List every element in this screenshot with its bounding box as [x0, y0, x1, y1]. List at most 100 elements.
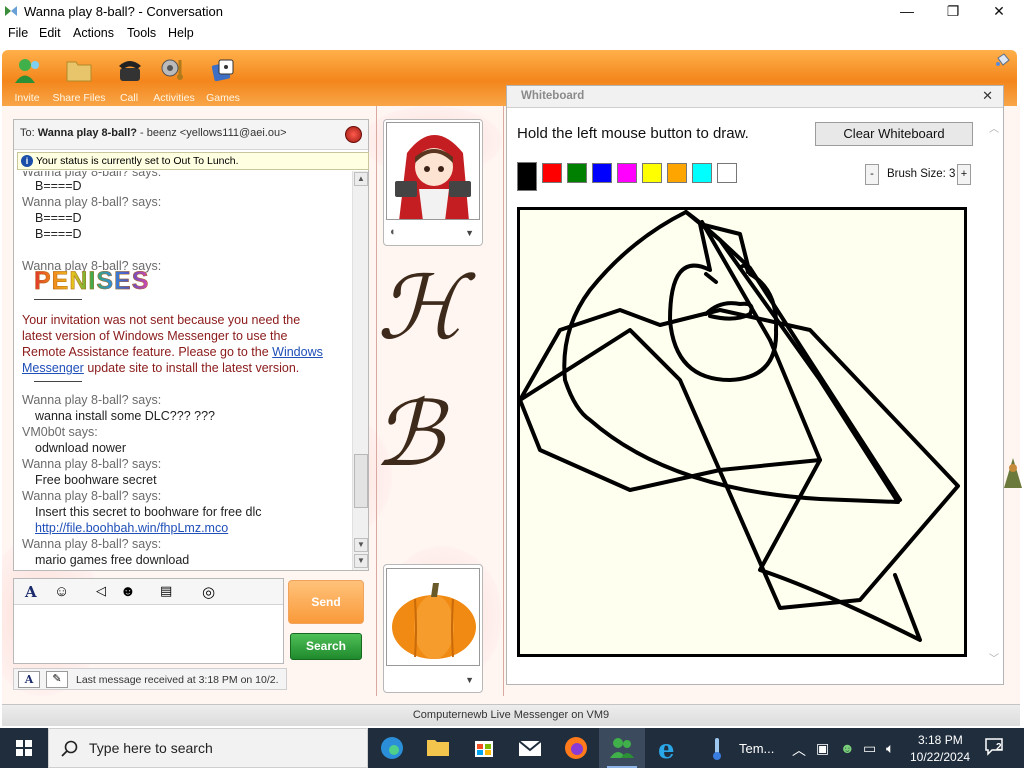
chat-line: B====D — [35, 211, 82, 225]
dp-dropdown-icon[interactable]: ▼ — [465, 228, 474, 238]
desktop: Wanna play 8-ball? - Conversation — ❐ ✕ … — [0, 0, 1024, 768]
menu-edit[interactable]: Edit — [39, 26, 61, 40]
drawing-canvas[interactable] — [517, 207, 967, 657]
footer-text: Computernewb Live Messenger on VM9 — [412, 709, 610, 721]
chat-line: Wanna play 8-ball? says: — [22, 195, 162, 209]
windows-link[interactable]: Windows — [272, 345, 323, 359]
start-button[interactable] — [0, 728, 48, 768]
color-swatch[interactable] — [642, 163, 662, 183]
menu-actions[interactable]: Actions — [73, 26, 114, 40]
contact-display-picture[interactable]: ◐ ▼ — [383, 119, 483, 246]
search-button[interactable]: Search — [290, 633, 362, 660]
folder-icon — [66, 61, 92, 82]
menu-help[interactable]: Help — [168, 26, 194, 40]
tray-chevron-icon[interactable]: ︿ — [792, 740, 806, 760]
messenger-link[interactable]: Messenger — [22, 361, 84, 375]
messenger-icon — [5, 6, 17, 16]
clear-whiteboard-button[interactable]: Clear Whiteboard — [815, 122, 973, 146]
network-icon[interactable]: ▭ — [863, 740, 876, 757]
invite-button[interactable]: Invite — [10, 56, 44, 104]
notification-count: 2 — [996, 742, 1002, 753]
my-display-picture[interactable]: ▼ — [383, 564, 483, 693]
taskbar: Type here to search e Tem... ︿ ▣ ☻ ▭ 🔈︎ … — [0, 728, 1024, 768]
clock-date[interactable]: 10/22/2024 — [910, 750, 970, 764]
activities-button[interactable]: Activities — [151, 56, 197, 104]
whiteboard-close-icon[interactable]: ✕ — [982, 88, 993, 104]
internet-explorer-icon: e — [658, 735, 675, 765]
chat-line: Wanna play 8-ball? says: — [22, 393, 162, 407]
tray-device-icon[interactable]: ▣ — [816, 740, 829, 757]
handwriting-tab-button[interactable]: ✎ — [46, 671, 68, 688]
background-icon[interactable]: ▤ — [160, 583, 172, 599]
volume-icon[interactable]: 🔈︎ — [886, 740, 894, 757]
color-swatch[interactable] — [617, 163, 637, 183]
font-tab-button[interactable]: A — [18, 671, 40, 688]
scroll-down-icon[interactable]: ▼ — [354, 538, 368, 552]
error-line: Messenger update site to install the lat… — [22, 361, 300, 375]
color-swatch[interactable] — [717, 163, 737, 183]
notifications-button[interactable]: 2 — [984, 736, 1004, 756]
taskbar-search-box[interactable]: Type here to search — [48, 728, 368, 768]
taskbar-file-explorer[interactable] — [415, 728, 461, 768]
color-swatch[interactable] — [592, 163, 612, 183]
whiteboard-scrollbar[interactable]: ︿ ﹀ — [987, 120, 1001, 670]
store-icon — [475, 741, 493, 757]
taskbar-search-placeholder: Type here to search — [89, 740, 213, 756]
send-button[interactable]: Send — [288, 580, 364, 624]
download-link[interactable]: http://file.boohbah.win/fhpLmz.mco — [22, 521, 228, 535]
tray-messenger-icon[interactable]: ☻ — [840, 740, 855, 756]
side-decoration-icon — [1004, 458, 1022, 488]
wb-scroll-down-icon[interactable]: ﹀ — [989, 650, 999, 665]
my-dp-dropdown-icon[interactable]: ▼ — [465, 675, 474, 685]
taskbar-weather[interactable]: Tem... — [695, 728, 785, 768]
call-button[interactable]: Call — [116, 56, 142, 104]
brush-decrease-button[interactable]: - — [865, 164, 879, 185]
brush-increase-button[interactable]: + — [957, 164, 971, 185]
taskbar-firefox[interactable] — [553, 728, 599, 768]
messenger-icon — [610, 738, 634, 758]
taskbar-mail[interactable] — [507, 728, 553, 768]
rainbow-text: PENISES — [34, 267, 150, 296]
scroll-up-icon[interactable]: ▲ — [354, 172, 368, 186]
menu-file[interactable]: File — [8, 26, 28, 40]
chat-line: Wanna play 8-ball? says: — [22, 537, 162, 551]
taskbar-edge[interactable] — [369, 728, 415, 768]
color-swatch[interactable] — [542, 163, 562, 183]
taskbar-messenger[interactable] — [599, 728, 645, 768]
compose-toolbar: A ☺ ◁ ☻ ▤ ◎ — [14, 579, 283, 605]
voice-clip-icon[interactable]: ◁ — [96, 583, 106, 599]
whiteboard-panel: Whiteboard ✕ Hold the left mouse button … — [506, 85, 1004, 685]
color-swatch[interactable] — [567, 163, 587, 183]
wb-scroll-up-icon[interactable]: ︿ — [989, 120, 999, 135]
scroll-thumb[interactable] — [354, 454, 368, 508]
clock-time[interactable]: 3:18 PM — [918, 733, 963, 747]
color-swatch[interactable] — [517, 162, 537, 191]
share-files-button[interactable]: Share Files — [52, 56, 106, 104]
games-button[interactable]: Games — [205, 56, 241, 104]
color-swatch[interactable] — [667, 163, 687, 183]
taskbar-store[interactable] — [461, 728, 507, 768]
chat-history[interactable]: Wanna play 8-ball? says: B====D Wanna pl… — [17, 171, 351, 570]
svg-text:e: e — [658, 735, 675, 765]
phone-icon — [119, 61, 141, 81]
window-title: Wanna play 8-ball? - Conversation — [24, 4, 223, 19]
emoticon-icon[interactable]: ☺ — [54, 583, 69, 600]
block-contact-icon[interactable] — [345, 126, 362, 143]
color-swatch[interactable] — [692, 163, 712, 183]
message-input[interactable] — [14, 606, 283, 663]
chat-scrollbar[interactable]: ▲ ▼ ▼ — [352, 171, 368, 570]
minimize-button[interactable]: — — [884, 0, 930, 24]
decorative-script-upper: ℋ — [377, 256, 464, 359]
scroll-end-icon[interactable]: ▼ — [354, 554, 368, 568]
taskbar-internet-explorer[interactable]: e — [645, 728, 691, 768]
close-button[interactable]: ✕ — [976, 0, 1022, 24]
menu-tools[interactable]: Tools — [127, 26, 156, 40]
wink-icon[interactable]: ☻ — [120, 583, 136, 600]
chat-line: wanna install some DLC??? ??? — [35, 409, 215, 423]
nudge-icon[interactable]: ◎ — [202, 583, 215, 601]
firefox-icon — [565, 737, 587, 759]
maximize-button[interactable]: ❐ — [930, 0, 976, 24]
app-footer: Computernewb Live Messenger on VM9 — [2, 704, 1020, 726]
paint-bucket-icon[interactable] — [995, 53, 1011, 67]
font-icon[interactable]: A — [25, 583, 37, 601]
